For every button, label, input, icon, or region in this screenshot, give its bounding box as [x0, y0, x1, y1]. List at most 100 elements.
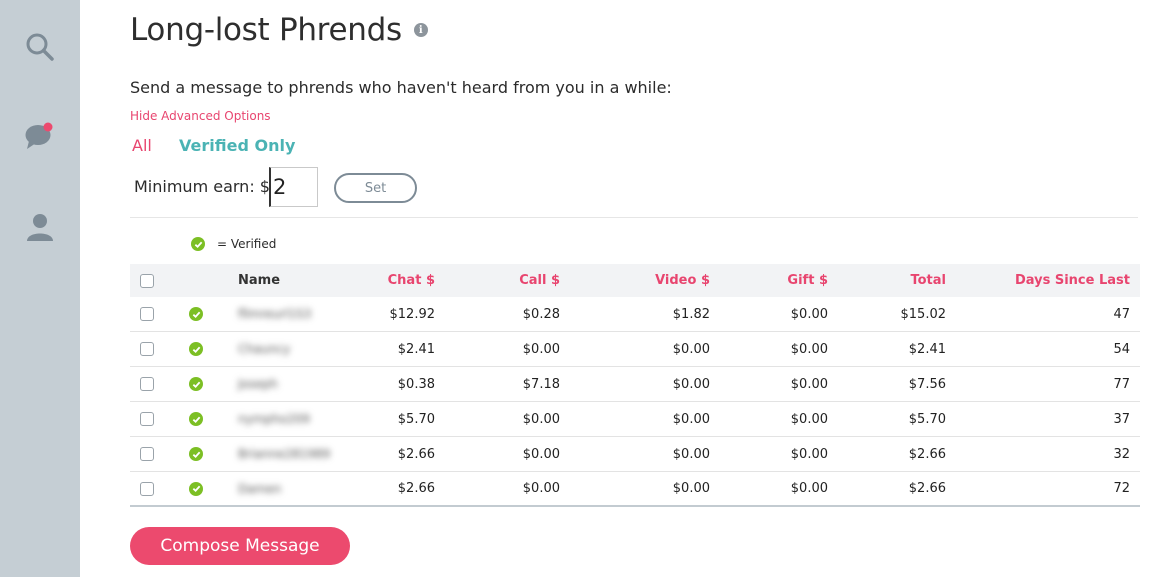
header-video[interactable]: Video $ [610, 264, 710, 297]
verified-check-icon [189, 377, 203, 391]
row-days: 32 [1113, 446, 1130, 462]
chat-bubble-icon [25, 122, 53, 149]
row-video: $1.82 [672, 306, 710, 322]
verified-cell [189, 437, 203, 471]
main-content: Long-lost Phrends i Send a message to ph… [130, 0, 1140, 577]
row-gift: $0.00 [790, 376, 828, 392]
select-all-checkbox-cell [140, 264, 154, 297]
row-checkbox[interactable] [140, 447, 154, 461]
row-name[interactable]: Damen [238, 472, 281, 505]
row-call: $0.00 [522, 446, 560, 462]
page-subtitle: Send a message to phrends who haven't he… [130, 78, 672, 97]
row-call: $0.00 [522, 481, 560, 496]
verified-check-icon [189, 412, 203, 426]
row-name[interactable]: nympho209 [238, 402, 310, 436]
row-days: 37 [1113, 411, 1130, 427]
row-total: $2.41 [908, 341, 946, 357]
minimum-earn-input[interactable] [269, 167, 318, 207]
verified-check-icon [189, 342, 203, 356]
row-gift: $0.00 [790, 481, 828, 496]
sidebar-messages[interactable] [0, 112, 80, 162]
verified-cell [189, 472, 203, 505]
row-checkbox[interactable] [140, 307, 154, 321]
row-name[interactable]: Brianne281989 [238, 437, 330, 471]
row-checkbox[interactable] [140, 412, 154, 426]
row-video: $0.00 [672, 376, 710, 392]
table-header: Name Chat $ Call $ Video $ Gift $ Total … [130, 264, 1140, 297]
row-chat: $2.66 [397, 481, 435, 496]
row-checkbox-cell [140, 367, 154, 401]
row-days: 77 [1113, 376, 1130, 392]
row-chat: $5.70 [397, 411, 435, 427]
row-name[interactable]: Joseph [238, 367, 278, 401]
legend-label: = Verified [217, 237, 277, 251]
row-video: $0.00 [672, 446, 710, 462]
notification-dot [43, 122, 53, 132]
select-all-checkbox[interactable] [140, 273, 154, 288]
table-row: Brianne281989 $2.66 $0.00 $0.00 $0.00 $2… [130, 437, 1140, 472]
row-call: $7.18 [522, 376, 560, 392]
phrends-table: Name Chat $ Call $ Video $ Gift $ Total … [130, 264, 1140, 507]
row-video: $0.00 [672, 481, 710, 496]
row-gift: $0.00 [790, 306, 828, 322]
row-video: $0.00 [672, 411, 710, 427]
header-days-since-last[interactable]: Days Since Last [990, 264, 1130, 297]
row-total: $7.56 [908, 376, 946, 392]
row-checkbox[interactable] [140, 342, 154, 356]
compose-message-button[interactable]: Compose Message [130, 527, 350, 565]
minimum-earn-label: Minimum earn: $ [134, 177, 270, 196]
row-call: $0.00 [522, 411, 560, 427]
row-total: $15.02 [900, 306, 947, 322]
verified-legend: = Verified [191, 237, 276, 251]
header-total[interactable]: Total [846, 264, 946, 297]
hide-advanced-options-link[interactable]: Hide Advanced Options [130, 109, 271, 123]
sidebar [0, 0, 80, 577]
row-checkbox-cell [140, 332, 154, 366]
row-call: $0.28 [522, 306, 560, 322]
header-name[interactable]: Name [238, 264, 280, 297]
verified-check-icon [189, 447, 203, 461]
row-checkbox-cell [140, 297, 154, 331]
row-chat: $2.66 [397, 446, 435, 462]
row-checkbox-cell [140, 437, 154, 471]
row-checkbox-cell [140, 402, 154, 436]
verified-cell [189, 367, 203, 401]
header-chat[interactable]: Chat $ [335, 264, 435, 297]
verified-check-icon [191, 237, 205, 251]
divider [130, 217, 1138, 218]
row-video: $0.00 [672, 341, 710, 357]
verified-check-icon [189, 307, 203, 321]
filter-all[interactable]: All [132, 136, 152, 155]
table-row: Joseph $0.38 $7.18 $0.00 $0.00 $7.56 77 [130, 367, 1140, 402]
sidebar-search[interactable] [0, 22, 80, 72]
sidebar-profile[interactable] [0, 202, 80, 252]
row-name[interactable]: fllmreurl1S3 [238, 297, 311, 331]
set-button[interactable]: Set [334, 173, 417, 203]
row-checkbox[interactable] [140, 377, 154, 391]
row-days: 47 [1113, 306, 1130, 322]
row-days: 54 [1113, 341, 1130, 357]
user-icon [27, 214, 53, 241]
title-row: Long-lost Phrends i [130, 12, 428, 48]
header-call[interactable]: Call $ [460, 264, 560, 297]
row-days: 72 [1113, 481, 1130, 496]
filter-verified-only[interactable]: Verified Only [179, 136, 295, 155]
row-gift: $0.00 [790, 446, 828, 462]
table-row: nympho209 $5.70 $0.00 $0.00 $0.00 $5.70 … [130, 402, 1140, 437]
row-total: $2.66 [908, 481, 946, 496]
row-gift: $0.00 [790, 341, 828, 357]
row-checkbox[interactable] [140, 481, 154, 496]
row-chat: $0.38 [397, 376, 435, 392]
row-total: $5.70 [908, 411, 946, 427]
row-total: $2.66 [908, 446, 946, 462]
row-name[interactable]: Chauncy [238, 332, 290, 366]
table-row: fllmreurl1S3 $12.92 $0.28 $1.82 $0.00 $1… [130, 297, 1140, 332]
row-gift: $0.00 [790, 411, 828, 427]
header-gift[interactable]: Gift $ [728, 264, 828, 297]
row-chat: $12.92 [389, 306, 436, 322]
verified-cell [189, 297, 203, 331]
row-checkbox-cell [140, 472, 154, 505]
verified-cell [189, 332, 203, 366]
info-icon[interactable]: i [413, 23, 428, 37]
verified-check-icon [189, 481, 203, 496]
